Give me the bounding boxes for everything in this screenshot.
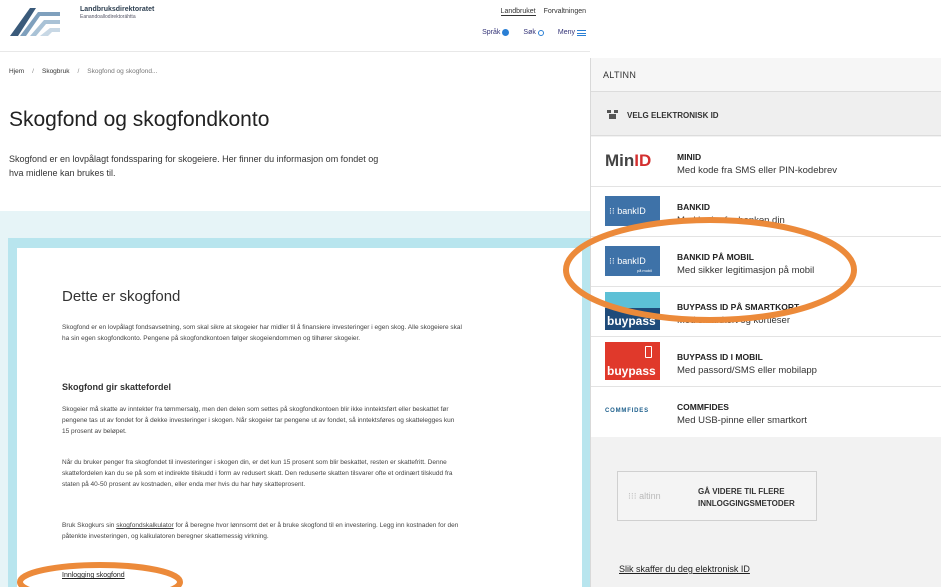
language-label: Språk: [482, 29, 501, 36]
commfides-logo: COMMFIDES: [605, 408, 649, 414]
choose-eid-label: VELG ELEKTRONISK ID: [627, 111, 719, 120]
more-login-methods-label: GÅ VIDERE TIL FLERE INNLOGGINGSMETODER: [698, 487, 795, 508]
bankid-mobil-sublabel: på mobil: [636, 268, 652, 273]
buypass-logo: buypass: [605, 292, 660, 330]
option-title: COMMFIDES: [677, 402, 729, 412]
altinn-logo: ⁝⁝⁝ altinn: [628, 491, 661, 501]
bankid-logo-text: bankID: [617, 256, 646, 266]
page-title: Skogfond og skogfondkonto: [9, 108, 270, 131]
option-desc: Med kode fra SMS eller PIN-kodebrev: [677, 165, 837, 176]
breadcrumb-separator: /: [77, 68, 80, 75]
card-paragraph-2: Skogeier må skatte av inntekter fra tømm…: [62, 406, 455, 435]
choose-eid-heading: VELG ELEKTRONISK ID: [591, 92, 941, 136]
search-icon: [537, 29, 544, 36]
phone-icon: [645, 346, 652, 358]
panel-header: ALTINN: [591, 58, 941, 92]
option-desc: Med smartkort og kortleser: [677, 315, 790, 326]
menu-label: Meny: [557, 29, 575, 36]
option-desc: Med koder fra banken din: [677, 215, 785, 226]
top-menu: Språk Søk Meny: [482, 29, 586, 36]
eid-option-bankid[interactable]: ⁝⁝ bankID BANKID Med koder fra banken di…: [591, 187, 941, 237]
card-paragraph-1: Skogfond er en lovpålagt fondsavsetning,…: [62, 324, 462, 342]
more-login-methods-button[interactable]: ⁝⁝⁝ altinn GÅ VIDERE TIL FLERE INNLOGGIN…: [617, 471, 817, 521]
skogfondskalkulator-link[interactable]: skogfondskalkulator: [116, 522, 173, 529]
info-card: Dette er skogfond Skogfond er en lovpåla…: [17, 248, 582, 587]
card-heading: Dette er skogfond: [62, 288, 181, 305]
top-links: Landbruket Forvaltningen: [500, 8, 586, 16]
breadcrumb-current: Skogfond og skogfond...: [87, 68, 158, 75]
option-title: MINID: [677, 152, 702, 162]
breadcrumb: Hjem / Skogbruk / Skogfond og skogfond..…: [9, 68, 157, 75]
option-desc: Med sikker legitimasjon på mobil: [677, 265, 815, 276]
bankid-logo: ⁝⁝ bankID: [605, 196, 660, 226]
buypass-tag-shape: [605, 292, 660, 308]
innlogging-skogfond-link[interactable]: Innlogging skogfond: [62, 572, 125, 579]
eid-options: MinID MINID Med kode fra SMS eller PIN-k…: [591, 137, 941, 437]
eid-option-buypass-smartkort[interactable]: buypass BUYPASS ID PÅ SMARTKORT Med smar…: [591, 287, 941, 337]
eid-icon: [607, 110, 618, 119]
landbruksdirektoratet-logo[interactable]: [8, 4, 63, 38]
hamburger-icon: [577, 29, 586, 36]
minid-logo: MinID: [605, 151, 652, 170]
bankid-mobil-logo: ⁝⁝ bankID på mobil: [605, 246, 660, 276]
globe-icon: [502, 29, 510, 36]
logo-title: Landbruksdirektoratet: [80, 6, 155, 13]
option-title: BUYPASS ID I MOBIL: [677, 352, 763, 362]
option-desc: Med passord/SMS eller mobilapp: [677, 365, 817, 376]
eid-option-commfides[interactable]: COMMFIDES COMMFIDES Med USB-pinne eller …: [591, 387, 941, 437]
get-eid-link[interactable]: Slik skaffer du deg elektronisk ID: [619, 564, 750, 574]
card-paragraph-3: Når du bruker penger fra skogfondet til …: [62, 459, 453, 488]
altinn-login-panel: ALTINN VELG ELEKTRONISK ID MinID MINID M…: [590, 58, 941, 587]
search-label: Søk: [523, 29, 536, 36]
buypass-logo-text: buypass: [607, 364, 656, 378]
altinn-logo-text: altinn: [639, 491, 661, 501]
breadcrumb-skogbruk[interactable]: Skogbruk: [42, 68, 69, 75]
search-button[interactable]: Søk: [523, 29, 544, 36]
logo-subtitle: Eanandoallodirektoráhtta: [80, 14, 136, 20]
option-desc: Med USB-pinne eller smartkort: [677, 415, 807, 426]
card-subheading: Skogfond gir skattefordel: [62, 382, 172, 392]
buypass-mobil-logo: buypass: [605, 342, 660, 380]
eid-option-minid[interactable]: MinID MINID Med kode fra SMS eller PIN-k…: [591, 137, 941, 187]
top-link-landbruket[interactable]: Landbruket: [500, 8, 536, 16]
card-paragraph-4: Bruk Skogkurs sin skogfondskalkulator fo…: [62, 520, 462, 542]
panel-header-title: ALTINN: [603, 70, 637, 80]
bankid-logo-text: bankID: [617, 206, 646, 216]
breadcrumb-home[interactable]: Hjem: [9, 68, 24, 75]
eid-option-buypass-mobil[interactable]: buypass BUYPASS ID I MOBIL Med passord/S…: [591, 337, 941, 387]
option-title: BUYPASS ID PÅ SMARTKORT: [677, 302, 800, 312]
option-title: BANKID PÅ MOBIL: [677, 252, 754, 262]
main-page: Landbruksdirektoratet Eanandoallodirekto…: [0, 0, 590, 587]
buypass-logo-text: buypass: [607, 314, 656, 328]
breadcrumb-separator: /: [32, 68, 34, 75]
p4-text-before: Bruk Skogkurs sin: [62, 522, 117, 529]
page-lead: Skogfond er en lovpålagt fondssparing fo…: [9, 154, 379, 178]
language-button[interactable]: Språk: [482, 29, 510, 36]
option-title: BANKID: [677, 202, 711, 212]
eid-option-bankid-mobil[interactable]: ⁝⁝ bankID på mobil BANKID PÅ MOBIL Med si…: [591, 237, 941, 287]
menu-button[interactable]: Meny: [558, 29, 586, 36]
site-header: Landbruksdirektoratet Eanandoallodirekto…: [0, 0, 590, 52]
top-link-forvaltningen[interactable]: Forvaltningen: [544, 8, 586, 16]
